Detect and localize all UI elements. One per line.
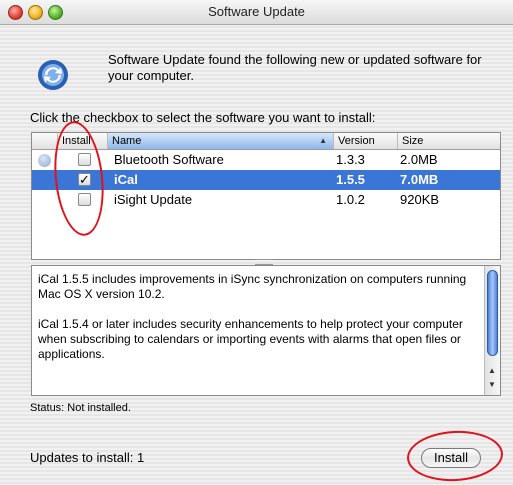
column-name[interactable]: Name ▲ [108,133,334,149]
row-version: 1.5.5 [336,172,365,187]
scroll-up-icon[interactable]: ▲ [488,366,496,375]
row-name: iSight Update [114,192,193,207]
software-update-icon [38,60,68,90]
annotation-circle-install-button [405,428,505,484]
column-version[interactable]: Version [334,133,398,149]
intro-message: Software Update found the following new … [108,52,482,83]
software-update-window: Software Update Software Update found th… [0,0,513,485]
details-scrollbar[interactable]: ▲ ▼ [484,266,500,395]
row-size: 7.0MB [400,172,439,187]
scrollbar-thumb[interactable] [487,270,498,356]
details-paragraph-1: iCal 1.5.5 includes improvements in iSyn… [38,272,467,301]
details-pane: iCal 1.5.5 includes improvements in iSyn… [31,265,501,396]
column-status[interactable] [32,133,58,149]
column-name-label: Name [112,135,142,147]
scroll-down-icon[interactable]: ▼ [488,380,496,389]
table-row[interactable]: Bluetooth Software 1.3.3 2.0MB [32,150,500,170]
window-title: Software Update [208,4,305,19]
info-icon [38,154,51,167]
row-size: 920KB [400,192,440,207]
instruction-text: Click the checkbox to select the softwar… [30,110,376,125]
status-text: Status: Not installed. [30,402,131,414]
row-version: 1.0.2 [336,192,365,207]
row-size: 2.0MB [400,152,438,167]
title-bar: Software Update [0,0,513,25]
table-header: Install Name ▲ Version Size [32,133,500,150]
row-name: Bluetooth Software [114,152,224,167]
sort-ascending-icon: ▲ [319,136,327,145]
column-size[interactable]: Size [398,133,500,149]
details-paragraph-2: iCal 1.5.4 or later includes security en… [38,317,463,361]
updates-count: Updates to install: 1 [30,450,145,465]
row-version: 1.3.3 [336,152,365,167]
row-name: iCal [114,172,138,187]
